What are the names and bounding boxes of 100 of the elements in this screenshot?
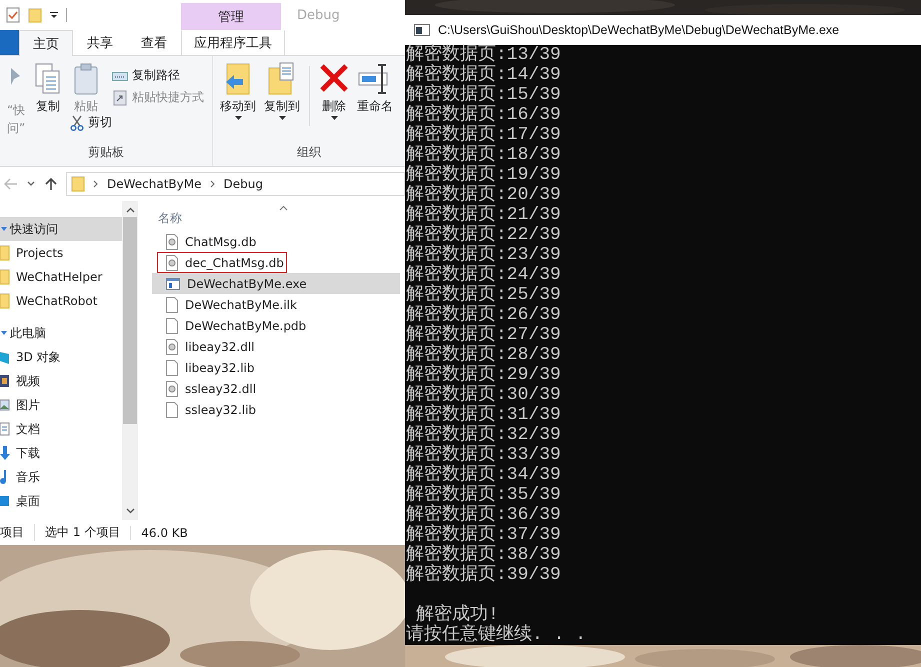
- console-line: 解密数据页:30/39: [406, 385, 562, 405]
- console-line: 解密数据页:16/39: [406, 105, 562, 125]
- nav-item[interactable]: Projects: [0, 241, 122, 265]
- file-item[interactable]: DeWechatByMe.exe: [152, 273, 400, 294]
- nav-item[interactable]: 文档: [0, 417, 122, 441]
- folder-icon: [71, 176, 85, 192]
- console-line: 解密数据页:38/39: [406, 545, 562, 565]
- status-text: 项目: [0, 524, 25, 541]
- console-line: 解密数据页:27/39: [406, 325, 562, 345]
- console-line: 解密数据页:34/39: [406, 465, 562, 485]
- column-header[interactable]: 名称: [158, 210, 182, 226]
- nav-item[interactable]: 视频: [0, 369, 122, 393]
- file-item[interactable]: libeay32.dll: [152, 336, 382, 357]
- console-line: 解密数据页:33/39: [406, 445, 562, 465]
- file-item[interactable]: ssleay32.dll: [152, 378, 382, 399]
- ribbon-button[interactable]: 重命名: [354, 60, 396, 116]
- sort-icon[interactable]: [279, 205, 288, 211]
- console-line: 解密数据页:28/39: [406, 345, 562, 365]
- file-item[interactable]: DeWechatByMe.ilk: [152, 294, 382, 315]
- console-line: 解密数据页:18/39: [406, 145, 562, 165]
- console-line: 请按任意键继续. . .: [406, 625, 588, 645]
- console-line: 解密数据页:36/39: [406, 505, 562, 525]
- nav-item[interactable]: 3D 对象: [0, 345, 122, 369]
- file-item[interactable]: DeWechatByMe.pdb: [152, 315, 382, 336]
- scrollbar[interactable]: [122, 201, 138, 520]
- gear-file-icon: [166, 254, 178, 270]
- breadcrumb[interactable]: Debug: [224, 177, 263, 191]
- caret-icon: [234, 116, 242, 120]
- shortcut-icon: [112, 90, 128, 106]
- address-bar[interactable]: DeWechatByMe Debug: [66, 172, 405, 196]
- ribbon-button[interactable]: 删除: [316, 60, 352, 122]
- nav-item[interactable]: 快速访问: [0, 217, 122, 241]
- console-line: 解密数据页:15/39: [406, 85, 562, 105]
- ribbon-button[interactable]: 复制路径: [110, 66, 206, 85]
- file-icon: [166, 318, 178, 334]
- breadcrumb[interactable]: DeWechatByMe: [107, 177, 202, 191]
- nav-item[interactable]: 下载: [0, 441, 122, 465]
- path-icon: [112, 70, 128, 82]
- console-line: 解密数据页:24/39: [406, 265, 562, 285]
- console-line: 解密数据页:17/39: [406, 125, 562, 145]
- console-line: 解密数据页:25/39: [406, 285, 562, 305]
- console-line: 解密成功!: [416, 605, 499, 625]
- caret-icon: [330, 116, 338, 120]
- ribbon-button[interactable]: 剪切: [68, 113, 206, 132]
- folder-icon: [0, 269, 10, 285]
- group-label: 组织: [296, 144, 322, 161]
- nav-item[interactable]: WeChatHelper: [0, 265, 122, 289]
- gear-file-icon: [166, 380, 178, 396]
- console-line: 解密数据页:21/39: [406, 205, 562, 225]
- properties-icon[interactable]: [6, 7, 20, 23]
- nav-item[interactable]: 音乐: [0, 465, 122, 489]
- console-line: 解密数据页:20/39: [406, 185, 562, 205]
- status-text: 选中 1 个项目: [34, 524, 130, 541]
- console-line: 解密数据页:35/39: [406, 485, 562, 505]
- caret-icon: [278, 116, 286, 120]
- gear-file-icon: [166, 338, 178, 354]
- cube-icon: [0, 349, 10, 365]
- scroll-down-icon[interactable]: [126, 508, 134, 514]
- file-icon: [166, 296, 178, 312]
- nav-item[interactable]: WeChatRobot: [0, 289, 122, 313]
- expand-icon: [1, 225, 7, 233]
- file-icon: [166, 402, 178, 418]
- film-icon: [0, 373, 10, 389]
- group-label: 剪贴板: [87, 144, 126, 161]
- console-line: 解密数据页:26/39: [406, 305, 562, 325]
- recent-dropdown-icon[interactable]: [26, 180, 36, 188]
- ribbon-button[interactable]: 复制: [30, 60, 66, 116]
- chevron-icon: [93, 180, 99, 188]
- expand-icon: [1, 329, 7, 337]
- file-item[interactable]: ssleay32.lib: [152, 399, 382, 420]
- file-item[interactable]: libeay32.lib: [152, 357, 382, 378]
- window-title: Debug: [297, 8, 340, 22]
- gear-file-icon: [166, 234, 178, 250]
- dropdown-icon[interactable]: [50, 11, 58, 19]
- ribbon-tab[interactable]: 主页: [19, 30, 73, 56]
- folder-icon: [0, 245, 10, 261]
- console-line: 解密数据页:22/39: [406, 225, 562, 245]
- image-icon: [0, 397, 10, 413]
- console-line: 解密数据页:37/39: [406, 525, 562, 545]
- console-line: 解密数据页:31/39: [406, 405, 562, 425]
- ribbon-button[interactable]: 移动到: [217, 60, 260, 122]
- ribbon-button[interactable]: 复制到: [261, 60, 304, 122]
- chevron-icon: [210, 180, 216, 188]
- console-line: 解密数据页:32/39: [406, 425, 562, 445]
- download-icon: [0, 445, 10, 461]
- desktop-icon: [0, 493, 10, 509]
- console-line: 解密数据页:29/39: [406, 365, 562, 385]
- window-title: C:\Users\GuiShou\Desktop\DeWechatByMe\Debug\DeWechatByMe.exe: [438, 23, 840, 37]
- application-icon: [166, 276, 180, 290]
- console-line: 解密数据页:23/39: [406, 245, 562, 265]
- ribbon-tab[interactable]: 应用程序工具: [181, 30, 285, 55]
- scroll-up-icon[interactable]: [126, 207, 134, 213]
- console-line: 解密数据页:14/39: [406, 65, 562, 85]
- nav-item[interactable]: 此电脑: [0, 321, 122, 345]
- file-item[interactable]: ChatMsg.db: [152, 231, 382, 252]
- scissors-icon: [70, 114, 84, 130]
- up-icon[interactable]: [44, 177, 58, 191]
- nav-item[interactable]: 图片: [0, 393, 122, 417]
- file-item[interactable]: dec_ChatMsg.db: [157, 252, 287, 273]
- nav-item[interactable]: 桌面: [0, 489, 122, 513]
